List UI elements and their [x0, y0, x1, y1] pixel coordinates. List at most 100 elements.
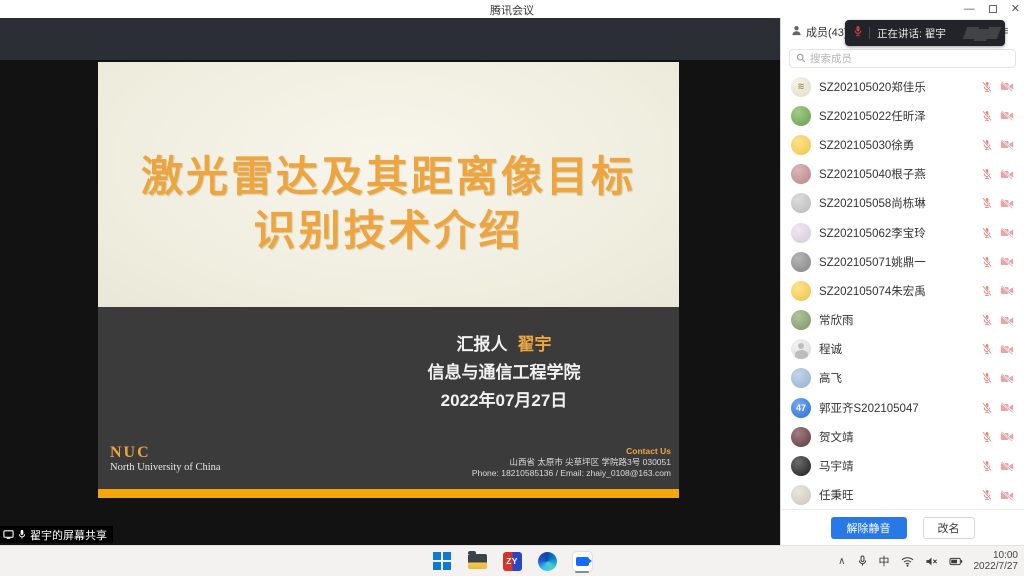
search-icon: [796, 50, 806, 68]
member-mic-muted-icon[interactable]: [981, 256, 993, 268]
start-button[interactable]: [429, 548, 455, 574]
edge-button[interactable]: [534, 548, 560, 574]
member-avatar: [791, 339, 811, 359]
restore-button[interactable]: [989, 5, 997, 13]
presenter-department: 信息与通信工程学院: [339, 359, 669, 387]
zy-app-button[interactable]: ZY: [499, 548, 525, 574]
member-mic-muted-icon[interactable]: [981, 460, 993, 472]
member-mic-muted-icon[interactable]: [981, 343, 993, 355]
member-row[interactable]: ≋SZ202105020郑佳乐: [781, 72, 1024, 101]
member-row[interactable]: SZ202105071姚鼎一: [781, 247, 1024, 276]
member-name: 程诚: [819, 341, 981, 357]
clock[interactable]: 10:00 2022/7/27: [974, 550, 1019, 573]
windows-logo-icon: [433, 552, 451, 570]
member-avatar: [791, 164, 811, 184]
member-name: SZ202105071姚鼎一: [819, 254, 981, 270]
tray-overflow-icon[interactable]: ∧: [838, 556, 845, 567]
member-camera-off-icon[interactable]: [1000, 81, 1014, 92]
presentation-slide: 激光雷达及其距离像目标 识别技术介绍 汇报人翟宇 信息与通信工程学院 2022年…: [98, 62, 679, 498]
members-count-label: 成员(43): [806, 24, 848, 40]
member-camera-off-icon[interactable]: [1000, 431, 1014, 442]
member-row[interactable]: 常欣雨: [781, 306, 1024, 335]
edge-icon: [538, 552, 557, 571]
close-button[interactable]: ✕: [1011, 0, 1020, 18]
member-mic-muted-icon[interactable]: [981, 227, 993, 239]
toast-divider: [869, 27, 870, 39]
member-row[interactable]: SZ202105030徐勇: [781, 130, 1024, 159]
member-camera-off-icon[interactable]: [1000, 402, 1014, 413]
member-mic-muted-icon[interactable]: [981, 285, 993, 297]
member-camera-off-icon[interactable]: [1000, 227, 1014, 238]
member-mic-muted-icon[interactable]: [981, 81, 993, 93]
member-mic-muted-icon[interactable]: [981, 168, 993, 180]
rename-button[interactable]: 改名: [923, 517, 975, 539]
member-camera-off-icon[interactable]: [1000, 198, 1014, 209]
member-row[interactable]: SZ202105062李宝玲: [781, 218, 1024, 247]
member-camera-off-icon[interactable]: [1000, 315, 1014, 326]
member-camera-off-icon[interactable]: [1000, 373, 1014, 384]
screen-share-banner: 翟宇的屏幕共享: [0, 526, 113, 543]
slide-title: 激光雷达及其距离像目标 识别技术介绍: [98, 150, 679, 258]
contact-block: Contact Us 山西省 太原市 尖草坪区 学院路3号 030051 Pho…: [472, 446, 671, 479]
member-row[interactable]: 高飞: [781, 364, 1024, 393]
member-name: 任秉旺: [819, 487, 981, 503]
member-mic-muted-icon[interactable]: [981, 139, 993, 151]
tray-mic-icon[interactable]: [857, 555, 868, 567]
member-camera-off-icon[interactable]: [1000, 139, 1014, 150]
volume-muted-icon[interactable]: [925, 556, 938, 567]
zy-app-icon: ZY: [503, 552, 522, 571]
members-panel: 成员(43) ≡ 正在讲话: 翟宇 ≋SZ202105020郑佳乐SZ20210…: [780, 18, 1024, 545]
member-camera-off-icon[interactable]: [1000, 490, 1014, 501]
member-mic-muted-icon[interactable]: [981, 314, 993, 326]
ime-indicator[interactable]: 中: [879, 553, 890, 569]
screen-share-area: 激光雷达及其距离像目标 识别技术介绍 汇报人翟宇 信息与通信工程学院 2022年…: [0, 18, 780, 545]
member-name: 马宇靖: [819, 458, 981, 474]
member-name: 常欣雨: [819, 312, 981, 328]
member-name: 高飞: [819, 370, 981, 386]
member-camera-off-icon[interactable]: [1000, 169, 1014, 180]
member-mic-muted-icon[interactable]: [981, 197, 993, 209]
member-camera-off-icon[interactable]: [1000, 256, 1014, 267]
member-camera-off-icon[interactable]: [1000, 285, 1014, 296]
member-mic-muted-icon[interactable]: [981, 431, 993, 443]
member-avatar: [791, 368, 811, 388]
meeting-logo-watermark: [965, 25, 999, 41]
member-camera-off-icon[interactable]: [1000, 110, 1014, 121]
clock-date: 2022/7/27: [974, 561, 1019, 573]
member-mic-muted-icon[interactable]: [981, 489, 993, 501]
member-avatar: [791, 106, 811, 126]
window-title: 腾讯会议: [0, 2, 1024, 18]
member-mic-muted-icon[interactable]: [981, 402, 993, 414]
minimize-button[interactable]: —: [964, 0, 975, 18]
member-camera-off-icon[interactable]: [1000, 461, 1014, 472]
unmute-button[interactable]: 解除静音: [831, 517, 907, 539]
member-row[interactable]: SZ202105022任昕泽: [781, 101, 1024, 130]
member-avatar: [791, 456, 811, 476]
member-avatar: [791, 310, 811, 330]
member-mic-muted-icon[interactable]: [981, 372, 993, 384]
search-input[interactable]: [810, 53, 1009, 65]
folder-icon: [468, 554, 487, 569]
member-row[interactable]: 马宇靖: [781, 451, 1024, 480]
member-name: SZ202105074朱宏禹: [819, 283, 981, 299]
member-mic-muted-icon[interactable]: [981, 110, 993, 122]
member-row[interactable]: 任秉旺: [781, 481, 1024, 509]
member-row[interactable]: SZ202105040根子燕: [781, 160, 1024, 189]
member-camera-off-icon[interactable]: [1000, 344, 1014, 355]
member-row[interactable]: SZ202105074朱宏禹: [781, 276, 1024, 305]
battery-icon[interactable]: [949, 557, 963, 566]
wifi-icon[interactable]: [901, 556, 914, 567]
member-avatar: [791, 485, 811, 505]
member-avatar: [791, 281, 811, 301]
member-row[interactable]: 47郭亚齐S202105047: [781, 393, 1024, 422]
contact-title: Contact Us: [472, 446, 671, 457]
tencent-meeting-button[interactable]: [569, 548, 595, 574]
file-explorer-button[interactable]: [464, 548, 490, 574]
member-row[interactable]: 贺文靖: [781, 422, 1024, 451]
member-row[interactable]: SZ202105058尚栋琳: [781, 189, 1024, 218]
member-row[interactable]: 程诚: [781, 335, 1024, 364]
slide-accent-bar: [98, 489, 679, 498]
slide-title-line2: 识别技术介绍: [98, 204, 679, 258]
member-avatar: 47: [791, 398, 811, 418]
university-name: North University of China: [110, 462, 221, 473]
